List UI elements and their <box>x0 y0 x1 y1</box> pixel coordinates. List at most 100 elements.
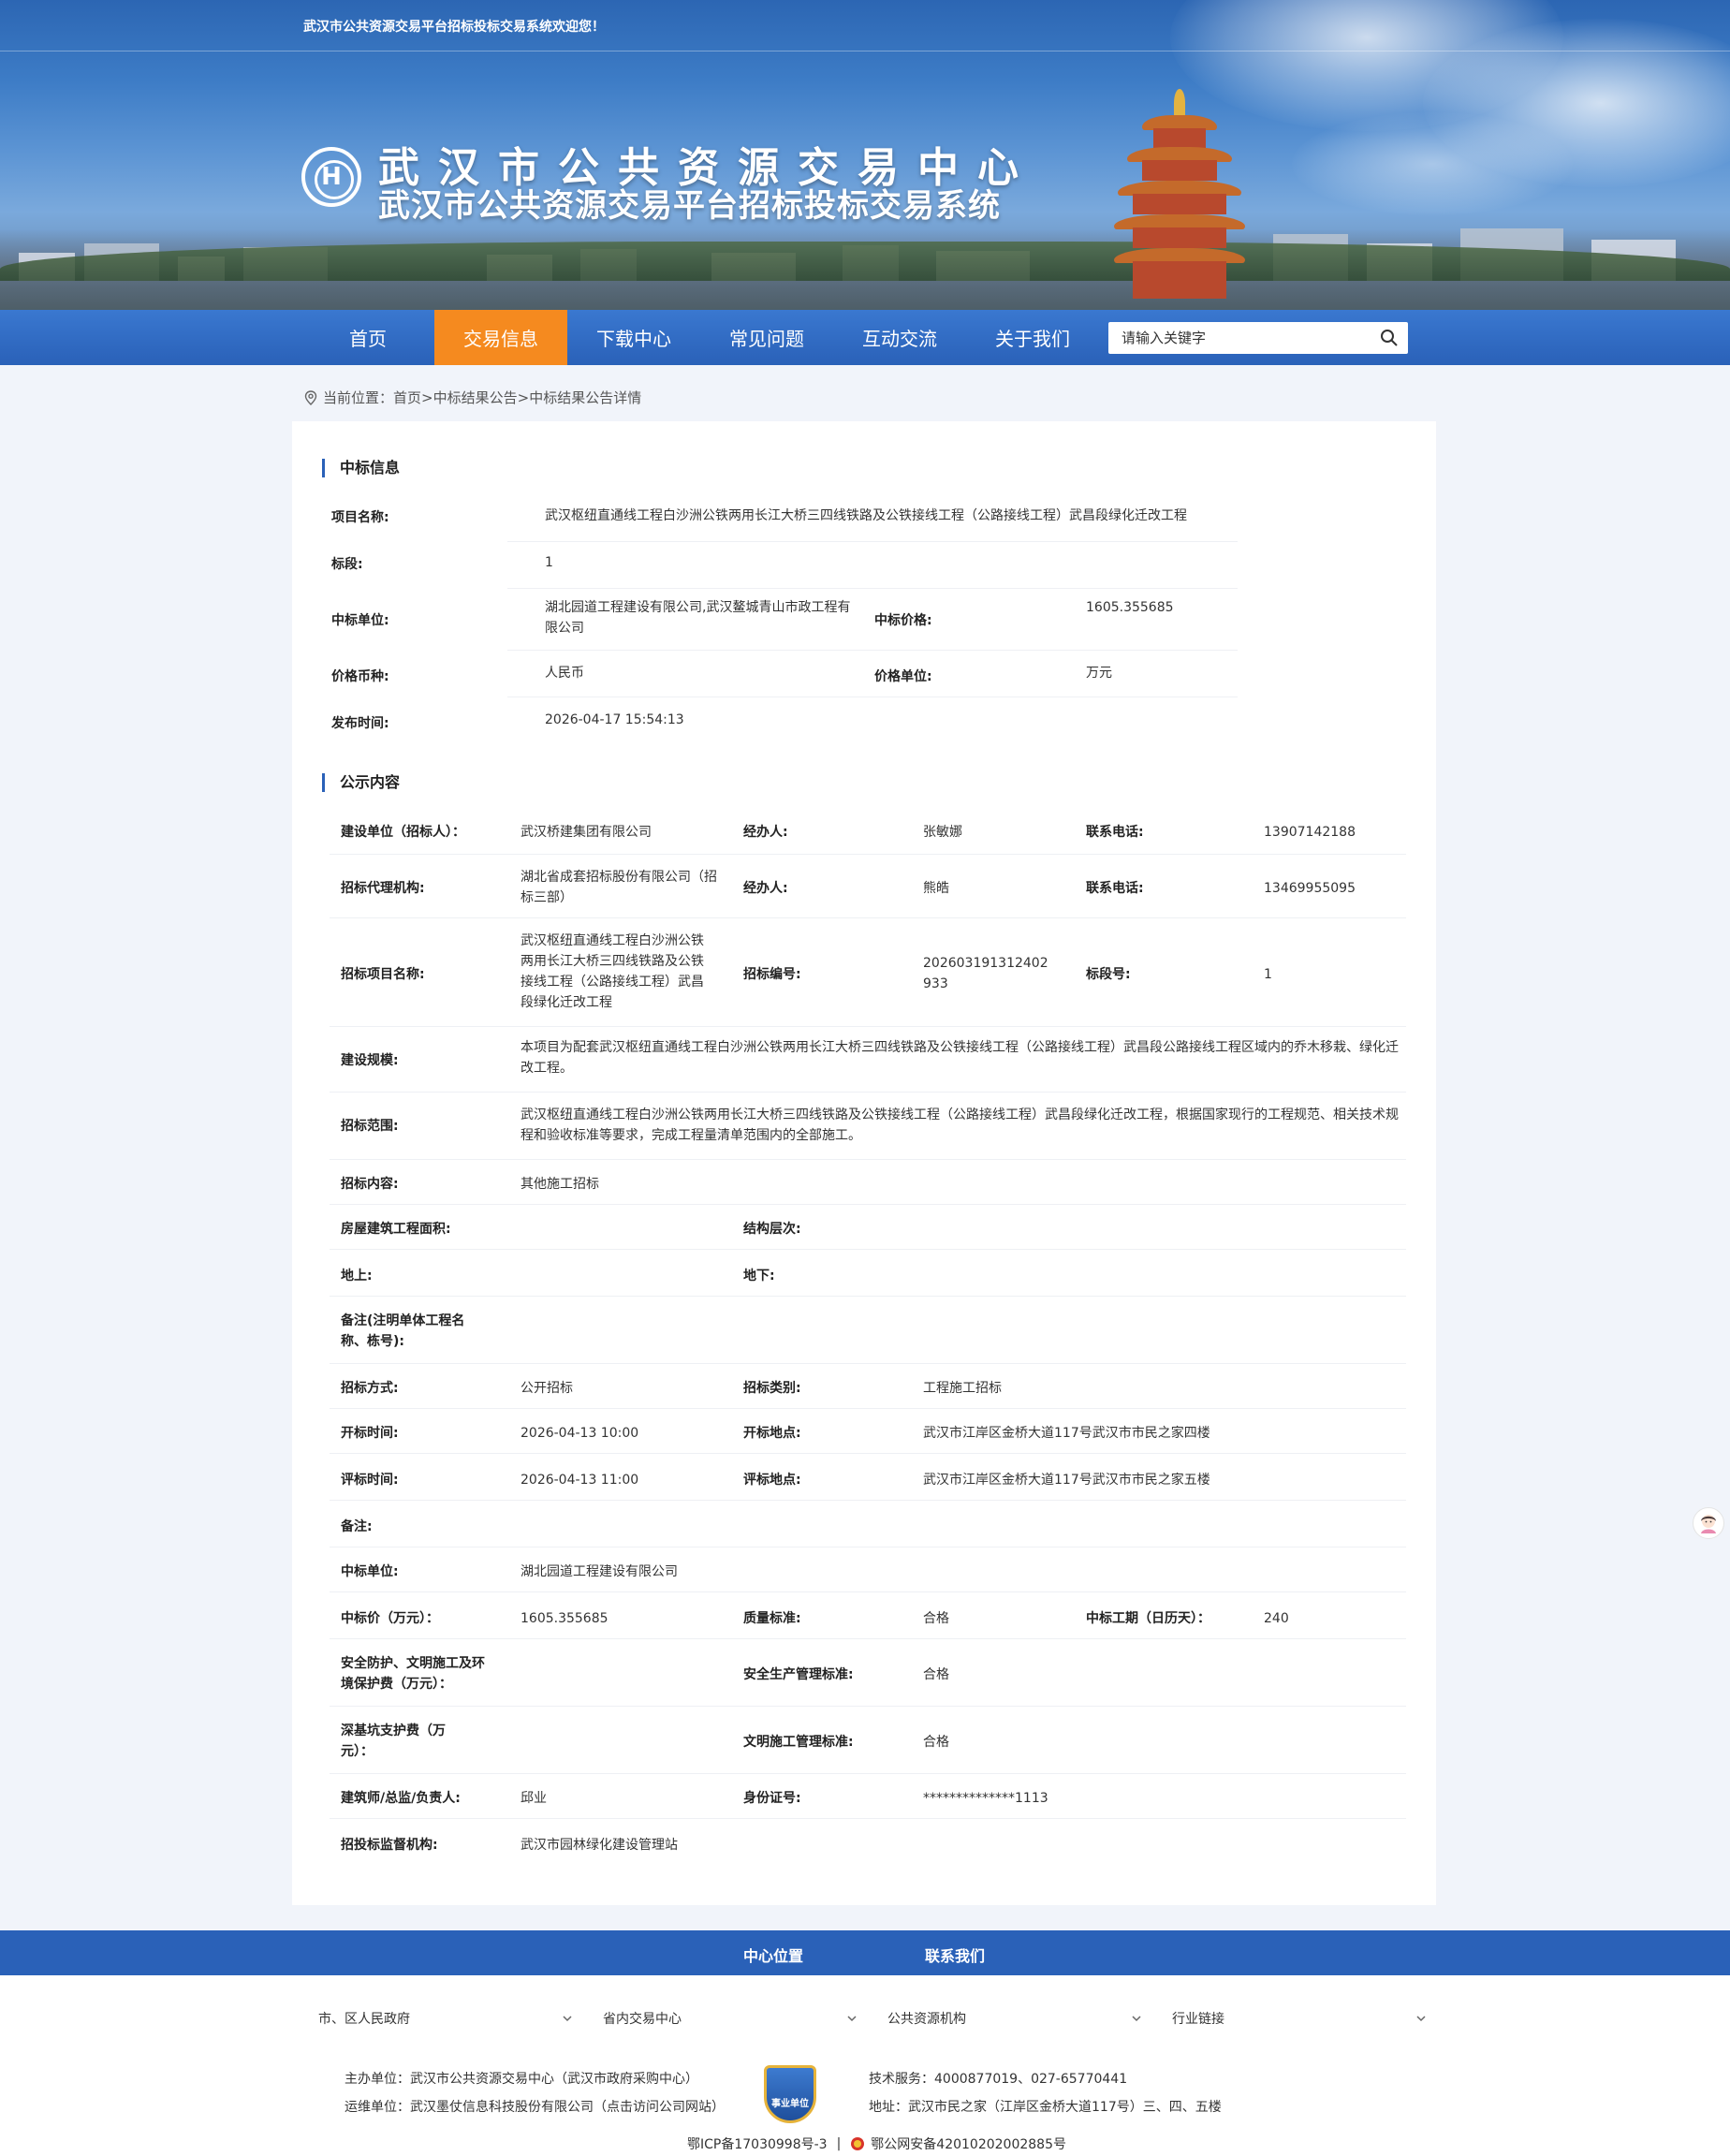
eval-place-value: 武汉市江岸区金桥大道117号武汉市市民之家五楼 <box>923 1473 1210 1488</box>
nav-downloads[interactable]: 下载中心 <box>567 310 700 365</box>
tender-type-label: 招标类别: <box>743 1381 801 1396</box>
pit-fee-label: 深基坑支护费（万元）： <box>341 1723 446 1759</box>
civil-std-label: 文明施工管理标准: <box>743 1735 854 1750</box>
breadcrumb-list-link[interactable]: 中标结果公告 <box>433 388 518 407</box>
dropdown-label: 公共资源机构 <box>887 2012 966 2027</box>
scope-value: 武汉枢纽直通线工程白沙洲公铁两用长江大桥三四线铁路及公铁接线工程（公路接线工程）… <box>520 1107 1399 1143</box>
winner-label: 中标单位: <box>331 613 389 628</box>
breadcrumb-current: 中标结果公告详情 <box>529 389 642 406</box>
section-title-winning-info: 中标信息 <box>322 459 400 477</box>
handler2-value: 熊皓 <box>923 881 949 896</box>
safety-std-value: 合格 <box>923 1667 949 1682</box>
phone2-label: 联系电话: <box>1086 881 1144 896</box>
bid-price-label: 中标价（万元）： <box>341 1611 439 1626</box>
footer-host: 主办单位：武汉市公共资源交易中心（武汉市政府采购中心） <box>345 2072 698 2087</box>
footer: 市、区人民政府 省内交易中心 公共资源机构 行业链接 主办单位：武汉市公共资源交… <box>0 1975 1730 2156</box>
eval-time-value: 2026-04-13 11:00 <box>520 1473 639 1488</box>
search-icon[interactable] <box>1380 329 1399 347</box>
breadcrumb: 当前位置： 首页 > 中标结果公告 > 中标结果公告详情 <box>304 388 641 407</box>
detail-card: 中标信息 项目名称: 武汉枢纽直通线工程白沙洲公铁两用长江大桥三四线铁路及公铁接… <box>292 421 1436 1905</box>
public-institution-badge-icon[interactable]: 事业单位 <box>764 2065 816 2123</box>
lot-no-value: 1 <box>1264 967 1272 982</box>
tender-method-label: 招标方式: <box>341 1381 399 1396</box>
project-name-value: 武汉枢纽直通线工程白沙洲公铁两用长江大桥三四线铁路及公铁接线工程（公路接线工程）… <box>545 508 1187 523</box>
handler1-value: 张敏娜 <box>923 825 962 840</box>
footer-link-contact[interactable]: 联系我们 <box>925 1943 985 1966</box>
welcome-text: 武汉市公共资源交易平台招标投标交易系统欢迎您！ <box>303 20 605 35</box>
open-time-label: 开标时间: <box>341 1426 399 1441</box>
avatar-face-icon <box>1701 1515 1716 1533</box>
location-pin-icon <box>304 389 317 405</box>
nav-interaction[interactable]: 互动交流 <box>833 310 966 365</box>
tender-project-value: 武汉枢纽直通线工程白沙洲公铁两用长江大桥三四线铁路及公铁接线工程（公路接线工程）… <box>520 933 704 1010</box>
section-title-notice: 公示内容 <box>322 773 400 792</box>
builder-value: 武汉桥建集团有限公司 <box>520 825 652 840</box>
tender-code-value: 202603191312402933 <box>923 956 1048 991</box>
nav-faq[interactable]: 常见问题 <box>700 310 833 365</box>
nav-about[interactable]: 关于我们 <box>966 310 1099 365</box>
breadcrumb-home-link[interactable]: 首页 <box>393 388 421 407</box>
chevron-down-icon <box>1132 2016 1141 2022</box>
below-ground-label: 地下: <box>743 1269 775 1283</box>
phone1-label: 联系电话: <box>1086 825 1144 840</box>
handler1-label: 经办人: <box>743 825 788 840</box>
civil-std-value: 合格 <box>923 1735 949 1750</box>
footer-link-location[interactable]: 中心位置 <box>743 1943 803 1966</box>
section-value: 1 <box>545 555 553 570</box>
agency-value: 湖北省成套招标股份有限公司（招标三部） <box>520 870 717 905</box>
dropdown-city-gov[interactable]: 市、区人民政府 <box>318 2005 573 2031</box>
price-value: 1605.355685 <box>1086 600 1174 615</box>
manager-label: 建筑师/总监/负责人: <box>341 1791 461 1806</box>
dropdown-industry-links[interactable]: 行业链接 <box>1172 2005 1427 2031</box>
id-number-label: 身份证号: <box>743 1791 801 1806</box>
tender-project-label: 招标项目名称: <box>341 967 425 982</box>
breadcrumb-separator: > <box>517 389 530 406</box>
publish-time-label: 发布时间: <box>331 716 389 731</box>
currency-label: 价格币种: <box>331 669 389 684</box>
phone1-value: 13907142188 <box>1264 825 1356 840</box>
cityscape-decor <box>0 228 1730 323</box>
project-name-label: 项目名称: <box>331 510 389 525</box>
tender-type-value: 工程施工招标 <box>923 1381 1002 1396</box>
dropdown-public-resources[interactable]: 公共资源机构 <box>887 2005 1142 2031</box>
quality-value: 合格 <box>923 1611 949 1626</box>
search-box <box>1108 322 1408 354</box>
agency-label: 招标代理机构: <box>341 881 425 896</box>
footer-links-bar: 中心位置 联系我们 <box>0 1930 1730 1975</box>
main-nav: 首页 交易信息 下载中心 常见问题 互动交流 关于我们 <box>0 310 1730 365</box>
customer-service-avatar-icon[interactable] <box>1693 1507 1724 1539</box>
footer-operator-link[interactable]: 运维单位：武汉墨仗信息科技股份有限公司（点击访问公司网站） <box>345 2097 725 2116</box>
footer-tech-service: 技术服务：4000877019、027-65770441 <box>869 2072 1128 2087</box>
handler2-label: 经办人: <box>743 881 788 896</box>
eval-time-label: 评标时间: <box>341 1473 399 1488</box>
breadcrumb-separator: > <box>421 389 433 406</box>
lot-no-label: 标段号: <box>1086 967 1131 982</box>
icp-record-link[interactable]: 鄂ICP备17030998号-3 <box>687 2134 828 2153</box>
footer-record: 鄂ICP备17030998号-3 | 鄂公网安备42010202002885号 <box>687 2134 1066 2153</box>
nav-items: 首页 交易信息 下载中心 常见问题 互动交流 关于我们 <box>301 310 1099 365</box>
dropdown-provincial-centers[interactable]: 省内交易中心 <box>603 2005 858 2031</box>
bid-price-value: 1605.355685 <box>520 1611 608 1626</box>
building-area-label: 房屋建筑工程面积: <box>341 1222 451 1237</box>
nav-trade-info[interactable]: 交易信息 <box>434 310 567 365</box>
scale-label: 建设规模: <box>341 1053 399 1068</box>
header-banner: 武汉市公共资源交易平台招标投标交易系统欢迎您！ H 武汉市公共资源交易中心 武汉… <box>0 0 1730 365</box>
tender-method-value: 公开招标 <box>520 1381 573 1396</box>
phone2-value: 13469955095 <box>1264 881 1356 896</box>
winning-company-label: 中标单位: <box>341 1564 399 1579</box>
open-time-value: 2026-04-13 10:00 <box>520 1426 639 1441</box>
quality-label: 质量标准: <box>743 1611 801 1626</box>
search-input[interactable] <box>1108 322 1361 354</box>
price-label: 中标价格: <box>874 613 932 628</box>
builder-label: 建设单位（招标人）： <box>341 825 465 840</box>
open-place-label: 开标地点: <box>743 1426 801 1441</box>
winning-company-value: 湖北园道工程建设有限公司 <box>520 1564 678 1579</box>
police-record-link[interactable]: 鄂公网安备42010202002885号 <box>871 2134 1066 2153</box>
period-label: 中标工期（日历天）： <box>1086 1611 1210 1626</box>
chevron-down-icon <box>1416 2016 1426 2022</box>
publish-time-value: 2026-04-17 15:54:13 <box>545 712 684 727</box>
yellow-crane-tower-icon <box>1114 89 1245 314</box>
scope-label: 招标范围: <box>341 1119 399 1134</box>
nav-home[interactable]: 首页 <box>301 310 434 365</box>
cloud-decor <box>1292 112 1573 215</box>
